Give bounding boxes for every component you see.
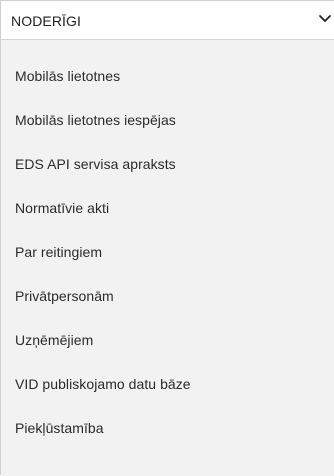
menu-item-mobile-apps[interactable]: Mobilās lietotnes: [1, 56, 334, 96]
menu-item-label: Normatīvie akti: [15, 200, 110, 216]
menu-item-mobile-app-features[interactable]: Mobilās lietotnes iespējas: [1, 100, 334, 140]
menu-item-public-database[interactable]: VID publiskojamo datu bāze: [1, 364, 334, 404]
menu-item-eds-api[interactable]: EDS API servisa apraksts: [1, 144, 334, 184]
dropdown-title: NODERĪGI: [11, 13, 82, 29]
menu-item-label: Mobilās lietotnes iespējas: [15, 112, 176, 128]
menu-item-label: VID publiskojamo datu bāze: [15, 376, 191, 392]
menu-item-label: Mobilās lietotnes: [15, 68, 121, 84]
useful-links-dropdown: NODERĪGI Mobilās lietotnes Mobilās lieto…: [0, 0, 334, 476]
menu-item-ratings[interactable]: Par reitingiem: [1, 232, 334, 272]
dropdown-menu: Mobilās lietotnes Mobilās lietotnes iesp…: [1, 40, 334, 476]
chevron-down-icon: [319, 15, 331, 22]
menu-item-businesses[interactable]: Uzņēmējiem: [1, 320, 334, 360]
menu-item-legal-acts[interactable]: Normatīvie akti: [1, 188, 334, 228]
menu-item-label: Piekļūstamība: [15, 420, 104, 436]
menu-item-label: Privātpersonām: [15, 288, 114, 304]
menu-item-label: Uzņēmējiem: [15, 332, 94, 348]
menu-item-accessibility[interactable]: Piekļūstamība: [1, 408, 334, 448]
dropdown-header[interactable]: NODERĪGI: [1, 1, 334, 40]
menu-item-label: EDS API servisa apraksts: [15, 156, 176, 172]
menu-item-label: Par reitingiem: [15, 244, 103, 260]
menu-item-private-persons[interactable]: Privātpersonām: [1, 276, 334, 316]
